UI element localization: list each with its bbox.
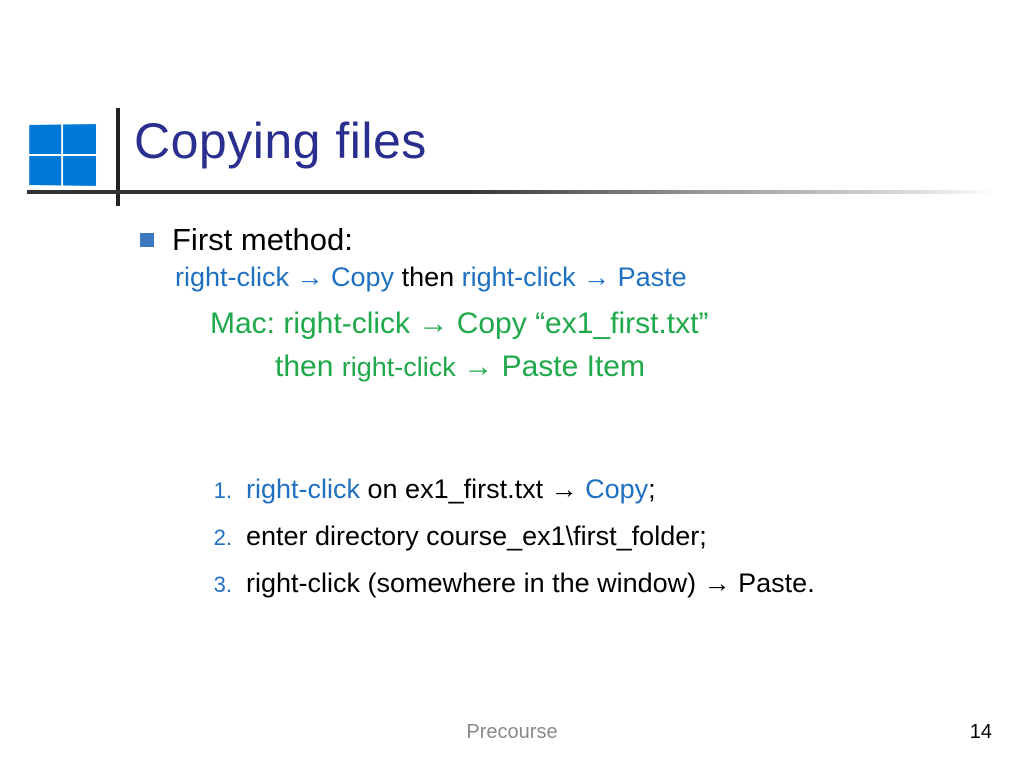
text-copy: Copy: [324, 262, 402, 292]
step-3-right-click: right-click (somewhere in the window): [246, 568, 704, 598]
windows-logo-icon: [26, 124, 98, 186]
mac-right-click: right-click: [342, 352, 464, 382]
arrow-right-icon: →: [583, 262, 610, 292]
mac-text-b: Copy “ex1_first.txt”: [448, 307, 708, 340]
step-1-on-file: on ex1_first.txt: [360, 474, 551, 504]
numbered-steps: 1. right-click on ex1_first.txt → Copy; …: [210, 468, 815, 610]
step-1-semicolon: ;: [648, 474, 656, 504]
step-3-paste: Paste.: [731, 568, 815, 598]
step-number: 2.: [210, 520, 232, 555]
bullet-first-method-text: First method:: [172, 222, 353, 258]
first-method-sequence: right-click → Copy then right-click → Pa…: [175, 262, 687, 293]
mac-paste-item: Paste Item: [493, 350, 645, 383]
step-2: 2. enter directory course_ex1\first_fold…: [210, 515, 815, 558]
arrow-right-icon: →: [418, 307, 448, 340]
step-number: 3.: [210, 567, 232, 602]
step-3-text: right-click (somewhere in the window) → …: [246, 562, 815, 605]
arrow-right-icon: →: [704, 568, 731, 598]
square-bullet-icon: [140, 233, 154, 247]
step-number: 1.: [210, 473, 232, 508]
slide-title: Copying files: [134, 112, 427, 170]
arrow-right-icon: →: [297, 262, 324, 292]
footer-title: Precourse: [0, 721, 1024, 744]
arrow-right-icon: →: [463, 350, 493, 383]
mac-text-a: Mac: right-click: [210, 307, 418, 340]
mac-line-2: then right-click → Paste Item: [275, 350, 645, 384]
mac-line-1: Mac: right-click → Copy “ex1_first.txt”: [210, 307, 970, 341]
title-horizontal-rule: [27, 190, 997, 194]
step-1-right-click: right-click: [246, 474, 360, 504]
arrow-right-icon: →: [551, 474, 578, 504]
step-1-copy: Copy: [578, 474, 649, 504]
text-then: then: [402, 262, 462, 292]
text-right-click-2: right-click: [462, 262, 584, 292]
slide: Copying files First method: right-click …: [0, 0, 1024, 768]
step-1-text: right-click on ex1_first.txt → Copy;: [246, 468, 656, 511]
text-right-click-1: right-click: [175, 262, 297, 292]
step-2-text: enter directory course_ex1\first_folder;: [246, 515, 707, 558]
bullet-first-method: First method:: [140, 222, 984, 258]
mac-then: then: [275, 350, 342, 383]
page-number: 14: [970, 721, 992, 744]
step-3: 3. right-click (somewhere in the window)…: [210, 562, 815, 605]
text-paste: Paste: [610, 262, 687, 292]
step-1: 1. right-click on ex1_first.txt → Copy;: [210, 468, 815, 511]
